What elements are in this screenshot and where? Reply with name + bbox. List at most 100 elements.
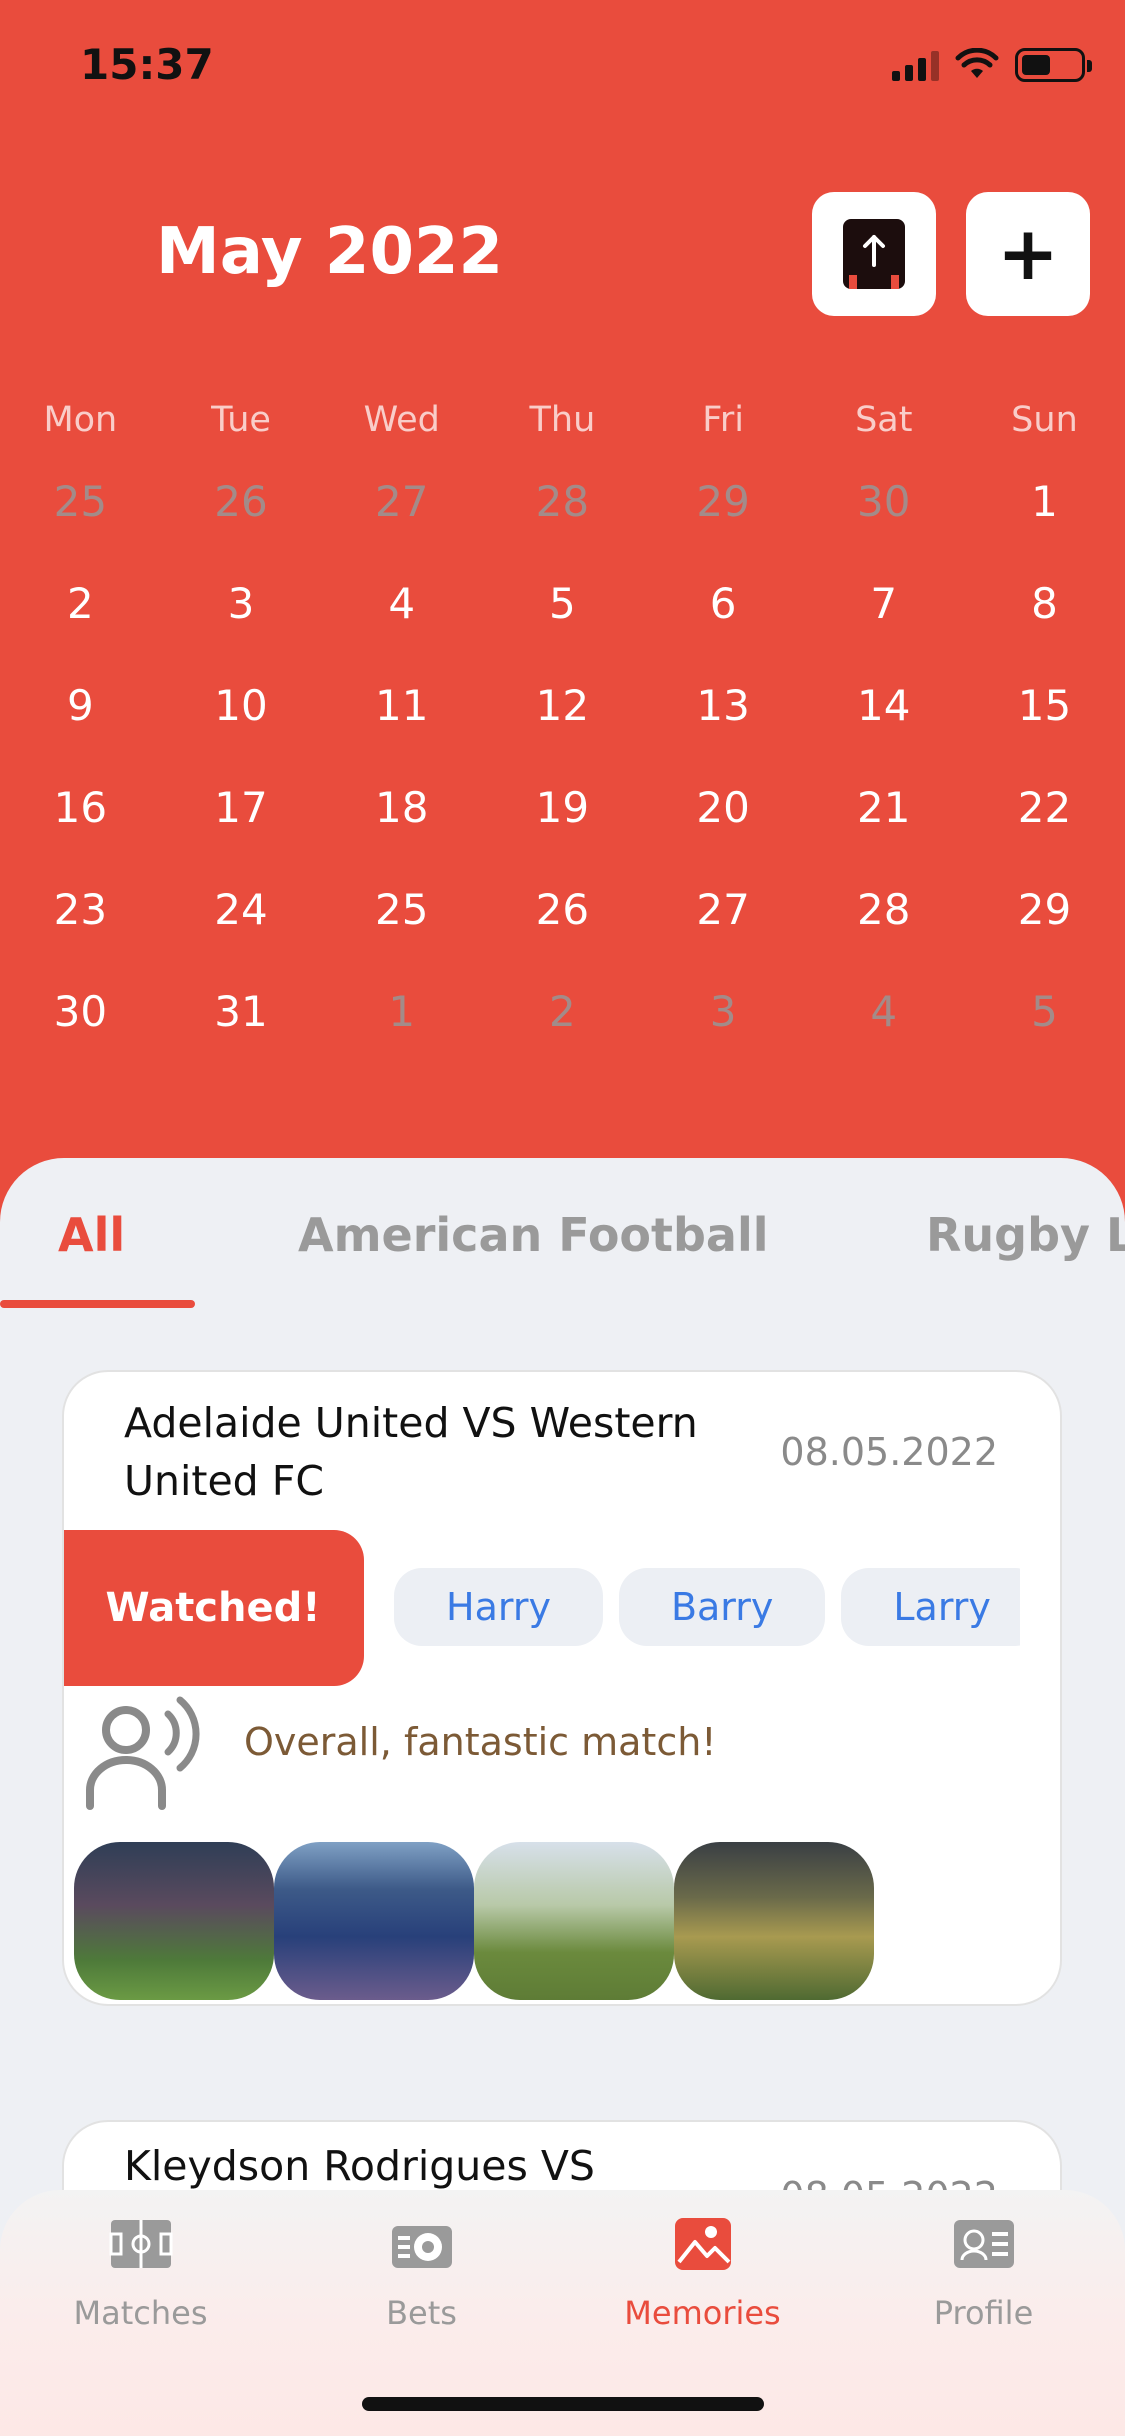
tab-matches[interactable]: Matches — [0, 2190, 281, 2390]
calendar-day[interactable]: 29 — [964, 885, 1125, 934]
pitch-icon — [109, 2220, 172, 2268]
calendar-week-row: 16 17 18 19 20 21 22 — [0, 756, 1125, 858]
calendar-day-outside-month[interactable]: 1 — [321, 987, 482, 1036]
photo-strip — [74, 1842, 874, 2000]
calendar-day[interactable]: 9 — [0, 681, 161, 730]
watched-badge: Watched! — [64, 1530, 364, 1686]
calendar-day[interactable]: 31 — [161, 987, 322, 1036]
companion-chip[interactable]: Harry — [394, 1568, 603, 1646]
tab-all[interactable]: All — [58, 1208, 125, 1262]
match-photo[interactable] — [74, 1842, 274, 2000]
weekday-label: Sat — [855, 400, 913, 440]
calendar-day[interactable]: 13 — [643, 681, 804, 730]
weekday-label: Thu — [529, 400, 596, 440]
calendar-day[interactable]: 19 — [482, 783, 643, 832]
calendar-day[interactable]: 22 — [964, 783, 1125, 832]
calendar-day[interactable]: 4 — [321, 579, 482, 628]
calendar-day[interactable]: 20 — [643, 783, 804, 832]
tab-american-football[interactable]: American Football — [298, 1208, 769, 1262]
calendar-day[interactable]: 14 — [803, 681, 964, 730]
photo-icon — [674, 2218, 731, 2270]
match-date: 08.05.2022 — [780, 1430, 998, 1474]
calendar-day[interactable]: 30 — [0, 987, 161, 1036]
calendar-day[interactable]: 25 — [321, 885, 482, 934]
calendar-day[interactable]: 1 — [964, 477, 1125, 526]
tab-label: Bets — [386, 2294, 457, 2332]
add-memory-button[interactable]: + — [966, 192, 1090, 316]
memory-comment: Overall, fantastic match! — [244, 1720, 717, 1764]
calendar-day[interactable]: 18 — [321, 783, 482, 832]
calendar-day[interactable]: 2 — [0, 579, 161, 628]
calendar-day[interactable]: 28 — [803, 885, 964, 934]
calendar-week-row: 30 31 1 2 3 4 5 — [0, 960, 1125, 1062]
active-tab-indicator — [0, 1300, 195, 1308]
calendar-day[interactable]: 17 — [161, 783, 322, 832]
calendar-day-outside-month[interactable]: 3 — [643, 987, 804, 1036]
speaking-person-icon — [86, 1696, 200, 1810]
weekday-label: Tue — [211, 400, 271, 440]
companion-chip[interactable]: Barry — [618, 1568, 826, 1646]
home-indicator — [362, 2397, 764, 2411]
calendar-day[interactable]: 11 — [321, 681, 482, 730]
status-bar: 15:37 — [0, 0, 1125, 140]
status-time: 15:37 — [80, 40, 214, 89]
weekday-label: Sun — [1011, 400, 1078, 440]
calendar-week-row: 9 10 11 12 13 14 15 — [0, 654, 1125, 756]
month-title: May 2022 — [156, 215, 504, 289]
wifi-icon — [955, 48, 999, 78]
calendar-day-outside-month[interactable]: 28 — [482, 477, 643, 526]
calendar: Mon Tue Wed Thu Fri Sat Sun 25 26 27 28 29 30… — [0, 390, 1125, 1062]
companion-chip[interactable]: Larry — [841, 1568, 1020, 1646]
tab-label: Profile — [933, 2294, 1034, 2332]
weekday-label: Fri — [702, 400, 744, 440]
match-photo[interactable] — [674, 1842, 874, 2000]
calendar-day[interactable]: 5 — [482, 579, 643, 628]
calendar-day-outside-month[interactable]: 29 — [643, 477, 804, 526]
calendar-day[interactable]: 12 — [482, 681, 643, 730]
calendar-day[interactable]: 27 — [643, 885, 804, 934]
calendar-day-outside-month[interactable]: 5 — [964, 987, 1125, 1036]
calendar-day[interactable]: 16 — [0, 783, 161, 832]
cellular-signal-icon — [892, 49, 939, 81]
calendar-week-row: 23 24 25 26 27 28 29 — [0, 858, 1125, 960]
tab-label: Memories — [624, 2294, 781, 2332]
weekday-label: Wed — [363, 400, 440, 440]
plus-icon: + — [996, 211, 1059, 297]
calendar-week-row: 2345678 — [0, 552, 1125, 654]
calendar-day[interactable]: 26 — [482, 885, 643, 934]
tab-bets[interactable]: Bets — [281, 2190, 562, 2390]
calendar-day[interactable]: 8 — [964, 579, 1125, 628]
tab-memories[interactable]: Memories — [562, 2190, 843, 2390]
calendar-day-outside-month[interactable]: 2 — [482, 987, 643, 1036]
calendar-day-outside-month[interactable]: 30 — [803, 477, 964, 526]
calendar-day[interactable]: 10 — [161, 681, 322, 730]
calendar-day-outside-month[interactable]: 27 — [321, 477, 482, 526]
calendar-day[interactable]: 24 — [161, 885, 322, 934]
calendar-week-row: 25 26 27 28 29 30 1 — [0, 450, 1125, 552]
weekday-label: Mon — [43, 400, 118, 440]
calendar-day[interactable]: 23 — [0, 885, 161, 934]
calendar-day[interactable]: 21 — [803, 783, 964, 832]
export-upload-icon — [843, 219, 905, 289]
calendar-day[interactable]: 7 — [803, 579, 964, 628]
memory-card[interactable]: Adelaide United VS Western United FC 08.… — [62, 1370, 1062, 2006]
tab-profile[interactable]: Profile — [843, 2190, 1124, 2390]
weekday-header: Mon Tue Wed Thu Fri Sat Sun — [0, 390, 1125, 450]
match-title: Adelaide United VS Western United FC — [124, 1399, 698, 1505]
export-button[interactable] — [812, 192, 936, 316]
calendar-day-outside-month[interactable]: 4 — [803, 987, 964, 1036]
match-photo[interactable] — [474, 1842, 674, 2000]
battery-icon — [1015, 48, 1092, 82]
ticket-ball-icon — [391, 2226, 452, 2268]
calendar-day[interactable]: 3 — [161, 579, 322, 628]
tab-rugby-league[interactable]: Rugby League — [926, 1208, 1125, 1262]
sport-filter-tabs: All American Football Rugby League — [0, 1158, 1125, 1308]
calendar-day-outside-month[interactable]: 26 — [161, 477, 322, 526]
companions-list: Harry Barry Larry — [394, 1568, 1020, 1648]
calendar-day[interactable]: 15 — [964, 681, 1125, 730]
match-photo[interactable] — [274, 1842, 474, 2000]
id-card-icon — [953, 2220, 1014, 2268]
calendar-day[interactable]: 6 — [643, 579, 804, 628]
calendar-day-outside-month[interactable]: 25 — [0, 477, 161, 526]
status-icons — [892, 48, 1092, 82]
